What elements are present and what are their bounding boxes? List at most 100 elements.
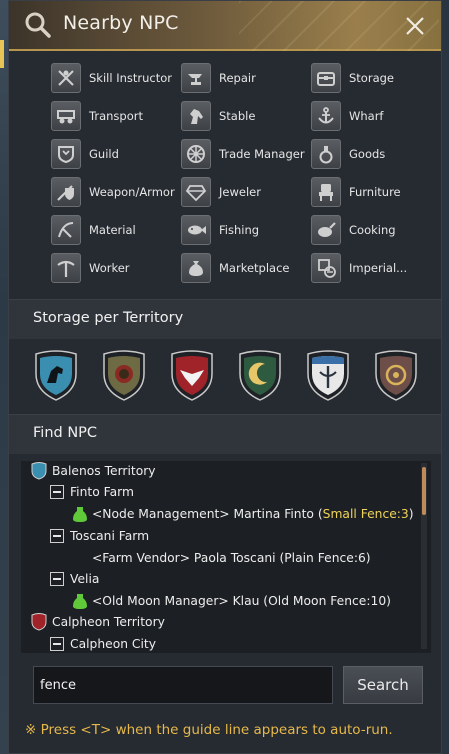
category-label: Trade Manager [219, 147, 305, 161]
category-repair[interactable]: Repair [181, 62, 256, 94]
npc-tree: Balenos Territory Finto Farm <Node Manag… [21, 461, 431, 653]
tree-territory-balenos[interactable]: Balenos Territory [31, 461, 156, 481]
chair-icon [311, 177, 341, 207]
imperial-icon [311, 253, 341, 283]
fish-icon [181, 215, 211, 245]
tree-group-velia[interactable]: Velia [50, 569, 99, 589]
horse-icon [181, 101, 211, 131]
category-stable[interactable]: Stable [181, 100, 255, 132]
category-guild[interactable]: Guild [51, 138, 119, 170]
calpheon-crest-icon[interactable] [169, 350, 215, 402]
balenos-crest-icon[interactable] [33, 350, 79, 402]
material-icon [51, 215, 81, 245]
category-storage[interactable]: Storage [311, 62, 394, 94]
category-material[interactable]: Material [51, 214, 136, 246]
category-goods[interactable]: Goods [311, 138, 385, 170]
collapse-icon[interactable] [50, 637, 64, 651]
category-trade-manager[interactable]: Trade Manager [181, 138, 305, 170]
tree-npc-martina[interactable]: <Node Management> Martina Finto (Small F… [72, 504, 414, 524]
category-skill-instructor[interactable]: Skill Instructor [51, 62, 172, 94]
storage-section-title: Storage per Territory [33, 310, 184, 326]
tree-territory-calpheon[interactable]: Calpheon Territory [31, 612, 165, 632]
tree-group-calpheon-city[interactable]: Calpheon City [50, 634, 156, 653]
category-label: Marketplace [219, 261, 290, 275]
mediah-crest-icon[interactable] [237, 350, 283, 402]
anvil-icon [181, 63, 211, 93]
tree-territory-label: Balenos Territory [52, 464, 156, 478]
tree-group-label: Finto Farm [70, 485, 134, 499]
search-button[interactable]: Search [343, 666, 423, 704]
storage-section-header: Storage per Territory [9, 299, 441, 339]
category-label: Wharf [349, 109, 384, 123]
weapon-armor-icon [51, 177, 81, 207]
wheel-icon [181, 139, 211, 169]
category-label: Weapon/Armor [89, 185, 175, 199]
tree-group-label: Velia [70, 572, 100, 586]
balenos-shield-icon [31, 462, 47, 480]
category-label: Goods [349, 147, 386, 161]
category-transport[interactable]: Transport [51, 100, 143, 132]
cooking-icon [311, 215, 341, 245]
window-header: Nearby NPC [9, 1, 441, 51]
tree-group-label: Toscani Farm [70, 529, 150, 543]
npc-label-suffix: ) [408, 507, 414, 521]
tree-group-finto-farm[interactable]: Finto Farm [50, 482, 134, 502]
npc-label: <Node Management> Martina Finto ( [92, 507, 323, 521]
nearby-npc-window: Nearby NPC Skill Instructor Repair Stora… [8, 0, 442, 754]
pickaxe-icon [51, 253, 81, 283]
category-cooking[interactable]: Cooking [311, 214, 396, 246]
chest-icon [311, 63, 341, 93]
category-worker[interactable]: Worker [51, 252, 130, 284]
category-label: Skill Instructor [89, 71, 172, 85]
find-npc-section-title: Find NPC [33, 425, 98, 441]
category-label: Cooking [349, 223, 396, 237]
category-weapon-armor[interactable]: Weapon/Armor [51, 176, 175, 208]
collapse-icon[interactable] [50, 529, 64, 543]
tree-npc-paola[interactable]: <Farm Vendor> Paola Toscani (Plain Fence… [92, 548, 371, 568]
find-npc-section-header: Find NPC [9, 414, 441, 454]
tree-npc-klau[interactable]: <Old Moon Manager> Klau (Old Moon Fence:… [72, 591, 391, 611]
wagon-icon [51, 101, 81, 131]
serendia-crest-icon[interactable] [101, 350, 147, 402]
category-label: Guild [89, 147, 119, 161]
kamasylvia-crest-icon[interactable] [373, 350, 419, 402]
category-label: Transport [89, 109, 143, 123]
npc-label: <Old Moon Manager> Klau (Old Moon Fence:… [92, 594, 391, 608]
category-jeweler[interactable]: Jeweler [181, 176, 261, 208]
collapse-icon[interactable] [50, 485, 64, 499]
category-fishing[interactable]: Fishing [181, 214, 259, 246]
gem-icon [181, 177, 211, 207]
auto-run-hint: ※ Press <T> when the guide line appears … [25, 722, 393, 738]
category-label: Repair [219, 71, 256, 85]
category-label: Fishing [219, 223, 260, 237]
edge-marker [0, 40, 4, 68]
tree-scrollbar-thumb[interactable] [422, 467, 426, 515]
category-label: Material [89, 223, 136, 237]
node-manager-icon [73, 507, 87, 522]
category-label: Imperial... [349, 261, 408, 275]
tree-group-toscani-farm[interactable]: Toscani Farm [50, 526, 149, 546]
category-marketplace[interactable]: Marketplace [181, 252, 289, 284]
anchor-icon [311, 101, 341, 131]
category-imperial[interactable]: Imperial... [311, 252, 407, 284]
tree-territory-label: Calpheon Territory [52, 615, 165, 629]
category-label: Stable [219, 109, 256, 123]
search-icon [25, 12, 51, 38]
collapse-icon[interactable] [50, 572, 64, 586]
category-label: Worker [89, 261, 130, 275]
potion-icon [311, 139, 341, 169]
npc-label: <Farm Vendor> Paola Toscani (Plain Fence… [92, 551, 371, 565]
calpheon-shield-icon [31, 613, 47, 631]
category-label: Furniture [349, 185, 401, 199]
valencia-crest-icon[interactable] [305, 350, 351, 402]
tree-group-label: Calpheon City [70, 637, 157, 651]
category-label: Jeweler [219, 185, 261, 199]
search-input[interactable] [33, 666, 333, 704]
category-wharf[interactable]: Wharf [311, 100, 383, 132]
node-manager-icon [73, 594, 87, 609]
close-icon[interactable] [402, 13, 428, 39]
npc-highlight: Small Fence:3 [322, 507, 409, 521]
window-title: Nearby NPC [63, 12, 179, 34]
category-label: Storage [349, 71, 394, 85]
category-furniture[interactable]: Furniture [311, 176, 401, 208]
